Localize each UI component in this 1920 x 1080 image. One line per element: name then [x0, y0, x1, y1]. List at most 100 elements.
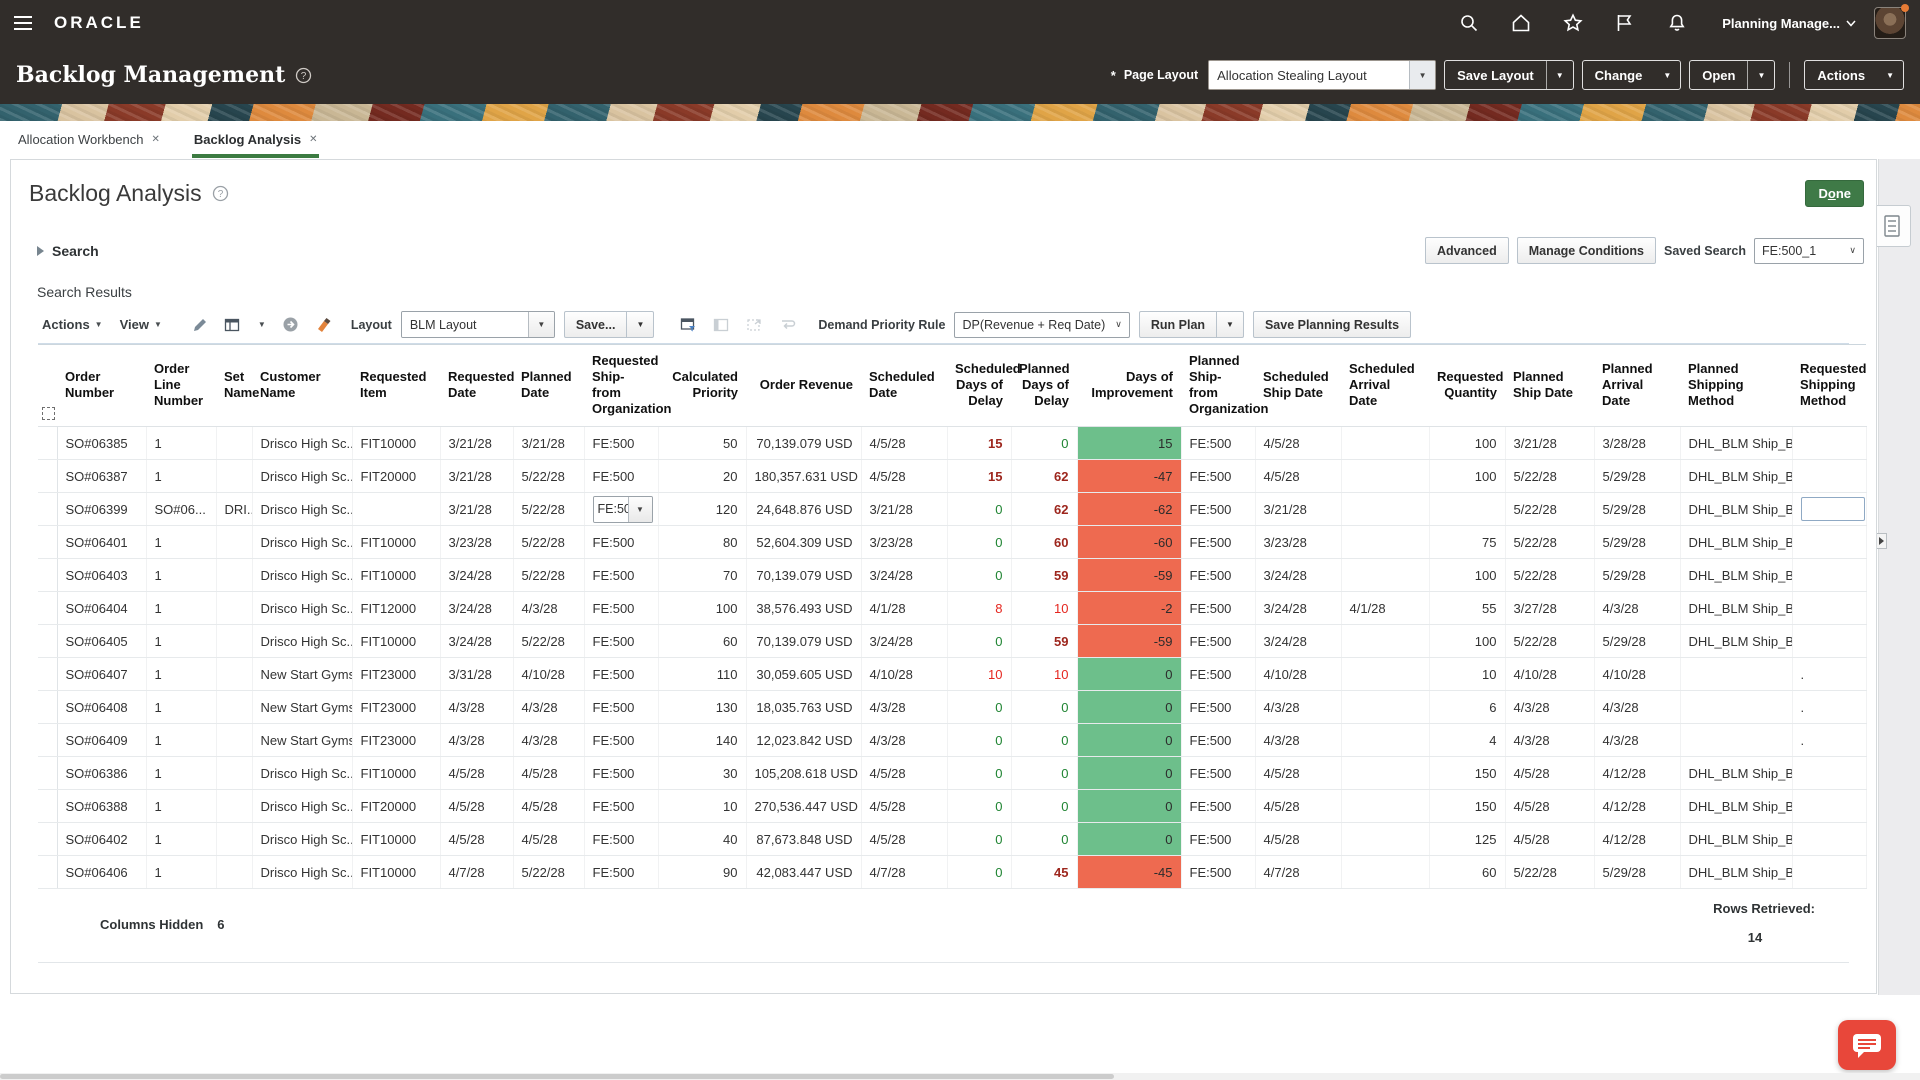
query-by-example-icon[interactable] — [676, 313, 700, 337]
close-icon[interactable]: ✕ — [309, 134, 317, 145]
row-handle[interactable] — [38, 460, 57, 493]
horizontal-scrollbar[interactable] — [0, 1073, 1920, 1080]
table-row[interactable]: SO#063881Drisco High Sc...FIT200004/5/28… — [38, 790, 1866, 823]
col-header-sched_arrival[interactable]: Scheduled Arrival Date — [1341, 345, 1429, 427]
ship-from-org-combo[interactable]: FE:50▼ — [593, 496, 653, 523]
avatar[interactable] — [1874, 7, 1906, 39]
row-handle[interactable] — [38, 691, 57, 724]
chat-widget-button[interactable] — [1838, 1020, 1896, 1070]
save-split-button[interactable]: Save... ▼ — [564, 311, 655, 338]
edit-pencil-icon[interactable] — [188, 313, 212, 337]
row-handle[interactable] — [38, 427, 57, 460]
row-handle[interactable] — [38, 856, 57, 889]
freeze-dropdown[interactable]: ▼ — [254, 320, 270, 329]
advanced-button[interactable]: Advanced — [1425, 237, 1509, 264]
table-row[interactable]: SO#064091New Start GymsFIT230004/3/284/3… — [38, 724, 1866, 757]
notifications-bell-icon[interactable] — [1662, 8, 1692, 38]
table-row[interactable]: SO#064081New Start GymsFIT230004/3/284/3… — [38, 691, 1866, 724]
eraser-icon[interactable] — [312, 313, 336, 337]
actions-button[interactable]: Actions ▼ — [1804, 60, 1904, 90]
saved-search-select[interactable]: FE:500_1 ∨ — [1754, 238, 1864, 264]
col-header-plan_method[interactable]: Planned Shipping Method — [1680, 345, 1792, 427]
save-layout-button[interactable]: Save Layout ▼ — [1444, 60, 1574, 90]
chevron-down-icon[interactable]: ▼ — [626, 312, 653, 337]
tab-backlog-analysis[interactable]: Backlog Analysis ✕ — [192, 124, 320, 158]
home-icon[interactable] — [1506, 8, 1536, 38]
chevron-down-icon[interactable]: ▼ — [1546, 61, 1573, 89]
col-header-plan_org[interactable]: Planned Ship-from Organization — [1181, 345, 1255, 427]
col-header-plan_date[interactable]: Planned Date — [513, 345, 584, 427]
row-handle[interactable] — [38, 658, 57, 691]
table-row[interactable]: SO#064061Drisco High Sc...FIT100004/7/28… — [38, 856, 1866, 889]
save-planning-results-button[interactable]: Save Planning Results — [1253, 311, 1411, 338]
col-header-priority[interactable]: Calculated Priority — [658, 345, 746, 427]
row-handle[interactable] — [38, 757, 57, 790]
demand-priority-rule-select[interactable]: DP(Revenue + Req Date) ∨ — [954, 312, 1129, 338]
select-all-cell[interactable] — [38, 345, 57, 427]
change-button[interactable]: Change ▼ — [1582, 60, 1682, 90]
table-row[interactable]: SO#06399SO#06...DRI...Drisco High Sc...3… — [38, 493, 1866, 526]
col-header-req_method[interactable]: Requested Shipping Method — [1792, 345, 1866, 427]
chevron-down-icon[interactable]: ▼ — [1409, 61, 1435, 89]
row-handle[interactable] — [38, 592, 57, 625]
chevron-down-icon[interactable]: ▼ — [1747, 61, 1774, 89]
col-header-revenue[interactable]: Order Revenue — [746, 345, 861, 427]
row-handle[interactable] — [38, 493, 57, 526]
table-row[interactable]: SO#063851Drisco High Sc...FIT100003/21/2… — [38, 427, 1866, 460]
disclosure-triangle-icon[interactable] — [37, 246, 44, 256]
flag-icon[interactable] — [1610, 8, 1640, 38]
col-header-line[interactable]: Order Line Number — [146, 345, 216, 427]
col-header-plan_arrival[interactable]: Planned Arrival Date — [1594, 345, 1680, 427]
side-panel-toggle-button[interactable] — [1873, 205, 1911, 247]
user-menu[interactable]: Planning Manage... — [1722, 16, 1856, 31]
table-row[interactable]: SO#063871Drisco High Sc...FIT200003/21/2… — [38, 460, 1866, 493]
table-row[interactable]: SO#064051Drisco High Sc...FIT100003/24/2… — [38, 625, 1866, 658]
requested-shipping-method-input[interactable] — [1801, 497, 1865, 521]
row-handle[interactable] — [38, 790, 57, 823]
col-header-customer[interactable]: Customer Name — [252, 345, 352, 427]
close-icon[interactable]: ✕ — [152, 134, 160, 145]
tab-allocation-workbench[interactable]: Allocation Workbench ✕ — [16, 124, 162, 158]
col-header-plan_ship[interactable]: Planned Ship Date — [1505, 345, 1594, 427]
search-icon[interactable] — [1454, 8, 1484, 38]
view-menu[interactable]: View▼ — [116, 317, 166, 332]
row-handle[interactable] — [38, 625, 57, 658]
actions-menu[interactable]: Actions▼ — [38, 317, 107, 332]
col-header-improvement[interactable]: Days of Improvement — [1077, 345, 1181, 427]
table-row[interactable]: SO#064021Drisco High Sc...FIT100004/5/28… — [38, 823, 1866, 856]
row-handle[interactable] — [38, 724, 57, 757]
help-icon[interactable]: ? — [212, 185, 229, 202]
freeze-columns-icon[interactable] — [221, 313, 245, 337]
help-icon[interactable]: ? — [295, 67, 312, 84]
col-header-item[interactable]: Requested Item — [352, 345, 440, 427]
table-row[interactable]: SO#063861Drisco High Sc...FIT100004/5/28… — [38, 757, 1866, 790]
col-header-req_qty[interactable]: Requested Quantity — [1429, 345, 1505, 427]
table-row[interactable]: SO#064041Drisco High Sc...FIT120003/24/2… — [38, 592, 1866, 625]
scrollbar-thumb[interactable] — [0, 1074, 1114, 1079]
chevron-down-icon[interactable]: ▼ — [1216, 312, 1243, 337]
open-button[interactable]: Open ▼ — [1689, 60, 1775, 90]
manage-conditions-button[interactable]: Manage Conditions — [1517, 237, 1656, 264]
col-header-plan_delay[interactable]: Planned Days of Delay — [1011, 345, 1077, 427]
col-header-sched_delay[interactable]: Scheduled Days of Delay — [947, 345, 1011, 427]
go-circle-arrow-icon[interactable] — [279, 313, 303, 337]
col-header-req_org[interactable]: Requested Ship-from Organization — [584, 345, 658, 427]
row-handle[interactable] — [38, 559, 57, 592]
col-header-order_number[interactable]: Order Number — [57, 345, 146, 427]
row-handle[interactable] — [38, 823, 57, 856]
favorites-star-icon[interactable] — [1558, 8, 1588, 38]
row-handle[interactable] — [38, 526, 57, 559]
chevron-down-icon[interactable]: ▼ — [628, 497, 652, 522]
run-plan-button[interactable]: Run Plan ▼ — [1139, 311, 1244, 338]
col-header-sched_date[interactable]: Scheduled Date — [861, 345, 947, 427]
search-section-label[interactable]: Search — [52, 243, 99, 259]
chevron-down-icon[interactable]: ▼ — [528, 312, 554, 337]
table-row[interactable]: SO#064071New Start GymsFIT230003/31/284/… — [38, 658, 1866, 691]
page-layout-combo[interactable]: Allocation Stealing Layout ▼ — [1208, 60, 1436, 90]
table-row[interactable]: SO#064011Drisco High Sc...FIT100003/23/2… — [38, 526, 1866, 559]
col-header-req_date[interactable]: Requested Date — [440, 345, 513, 427]
layout-combo[interactable]: BLM Layout ▼ — [401, 311, 555, 338]
col-header-set_name[interactable]: Set Name — [216, 345, 252, 427]
table-row[interactable]: SO#064031Drisco High Sc...FIT100003/24/2… — [38, 559, 1866, 592]
menu-icon[interactable] — [14, 10, 40, 36]
